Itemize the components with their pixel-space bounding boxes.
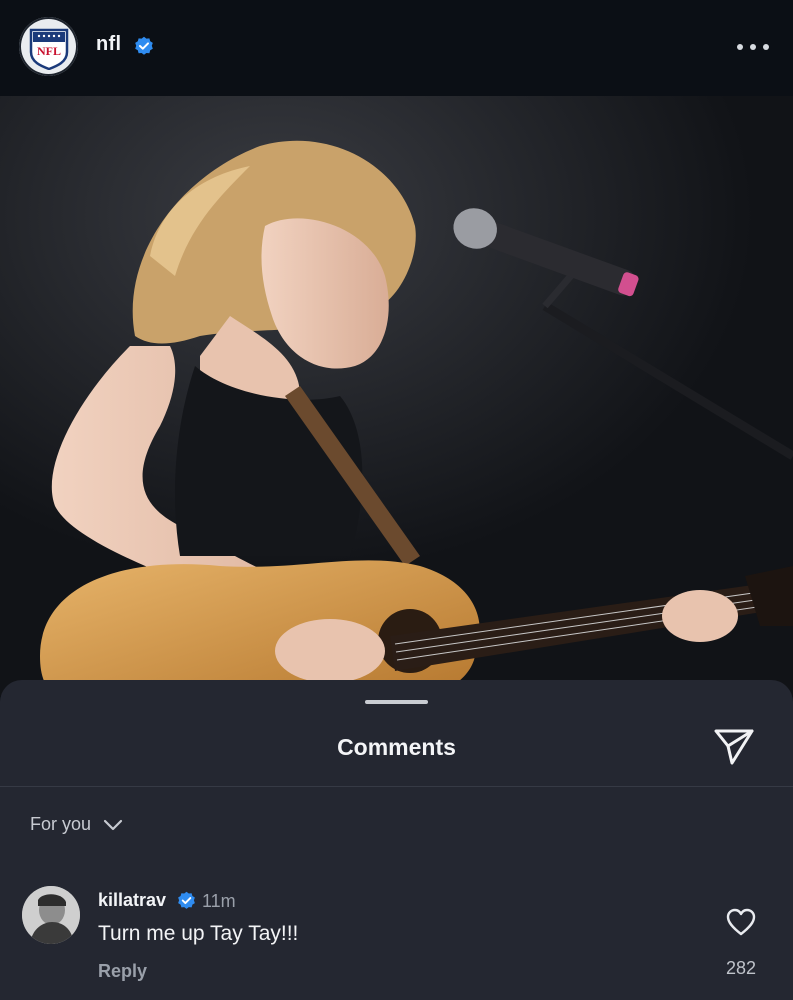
more-options-button[interactable] (737, 37, 769, 57)
chevron-down-icon (103, 819, 123, 830)
verified-badge-icon (178, 891, 195, 909)
performer-photo-illustration (0, 96, 793, 696)
sheet-drag-handle[interactable] (365, 700, 428, 704)
person-photo-icon (22, 886, 80, 944)
filter-label: For you (30, 814, 92, 834)
comments-sheet: Comments For you killatrav 11m Turn me u… (0, 680, 793, 1000)
account-username[interactable]: nfl (96, 33, 121, 56)
comment-text: Turn me up Tay Tay!!! (98, 922, 299, 945)
post-header: NFL nfl (0, 0, 793, 96)
avatar-text: NFL (37, 44, 61, 58)
verified-badge-icon (135, 36, 153, 55)
reply-button[interactable]: Reply (98, 961, 147, 982)
send-icon[interactable] (712, 724, 756, 768)
comment-item: killatrav 11m Turn me up Tay Tay!!! Repl… (0, 880, 793, 1000)
comments-title: Comments (337, 734, 456, 760)
commenter-avatar[interactable] (22, 886, 80, 944)
like-count: 282 (725, 958, 757, 978)
sheet-divider (0, 786, 793, 787)
heart-icon[interactable] (726, 908, 756, 936)
nfl-shield-logo: NFL (29, 28, 68, 70)
more-horizontal-icon (737, 44, 743, 50)
post-photo[interactable] (0, 96, 793, 696)
comment-timestamp: 11m (202, 891, 236, 911)
comment-filter-dropdown[interactable]: For you (30, 814, 123, 835)
account-avatar[interactable]: NFL (19, 17, 78, 76)
commenter-username[interactable]: killatrav (98, 890, 166, 911)
